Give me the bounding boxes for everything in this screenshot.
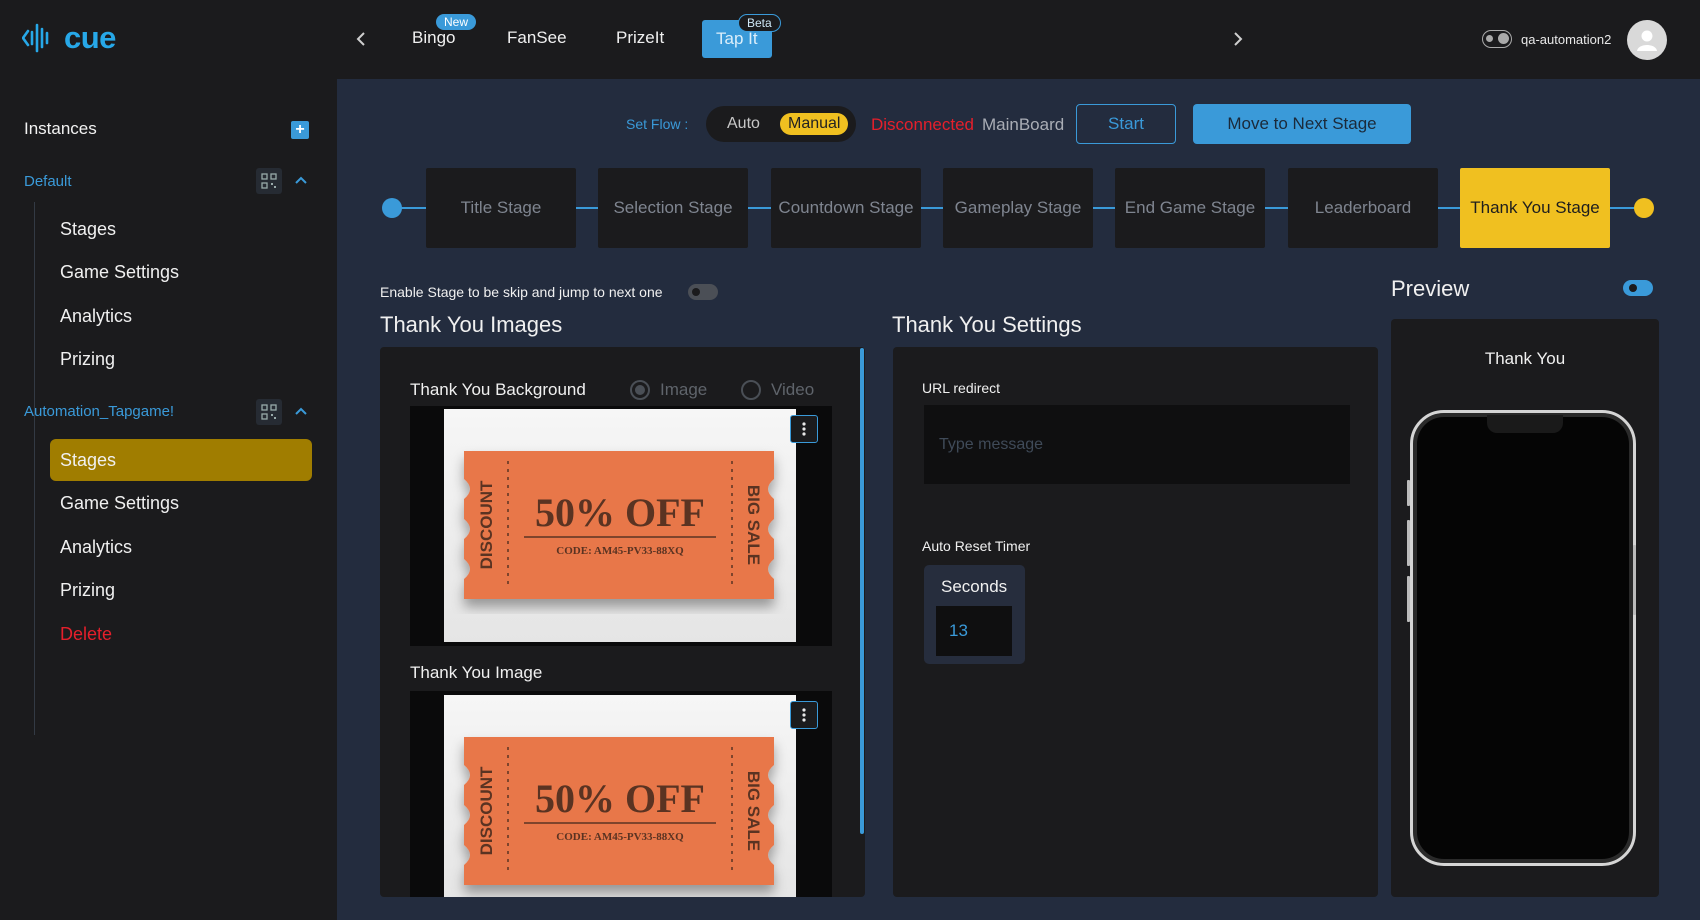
chevron-right-icon [1234, 32, 1243, 46]
timeline-end-dot [1634, 198, 1654, 218]
ticket-right-text: BIG SALE [744, 771, 763, 851]
more-vertical-icon [802, 422, 806, 436]
sidebar-item-analytics[interactable]: Analytics [50, 526, 312, 568]
chevron-up-icon [295, 176, 307, 184]
tab-bingo[interactable]: Bingo [412, 28, 455, 48]
radio-video[interactable]: Video [741, 380, 814, 400]
ticket-left-text: DISCOUNT [477, 766, 496, 855]
qr-code-icon [261, 173, 277, 189]
group-automation-tapgame[interactable]: Automation_Tapgame! [24, 403, 174, 420]
stage-title[interactable]: Title Stage [426, 168, 576, 248]
background-label: Thank You Background [410, 380, 586, 399]
sidebar-item-stages[interactable]: Stages [50, 439, 312, 481]
move-next-stage-button[interactable]: Move to Next Stage [1193, 104, 1411, 144]
logo-text: cue [64, 20, 116, 55]
more-vertical-icon [802, 708, 806, 722]
background-image: DISCOUNT BIG SALE 50% OFF CODE: AM45-PV3… [444, 409, 796, 642]
ticket-right-text: BIG SALE [744, 485, 763, 565]
nav-prev-button[interactable] [350, 28, 372, 50]
connection-status: Disconnected [871, 115, 975, 134]
url-redirect-label: URL redirect [922, 380, 1001, 396]
settings-section-title: Thank You Settings [892, 312, 1082, 337]
url-redirect-input[interactable] [924, 405, 1350, 484]
ticket-main-text: 50% OFF [535, 490, 705, 535]
instances-title: Instances [24, 119, 97, 138]
ticket-left-text: DISCOUNT [477, 480, 496, 569]
image-more-button[interactable] [790, 701, 818, 729]
timer-box: Seconds [924, 565, 1025, 664]
sidebar-item-stages[interactable]: Stages [50, 208, 312, 250]
auto-reset-timer-label: Auto Reset Timer [922, 538, 1031, 554]
qr-code-icon [261, 404, 277, 420]
radio-image-label: Image [660, 380, 708, 399]
background-image-frame[interactable]: DISCOUNT BIG SALE 50% OFF CODE: AM45-PV3… [410, 406, 832, 646]
chevron-up-icon [295, 407, 307, 415]
images-section-title: Thank You Images [380, 312, 563, 337]
timeline-start-dot [382, 198, 402, 218]
group-default[interactable]: Default [24, 173, 72, 190]
thank-you-image: DISCOUNT BIG SALE 50% OFF CODE: AM45-PV3… [444, 695, 796, 897]
beta-badge: Beta [738, 14, 781, 32]
ticket-main-text: 50% OFF [535, 776, 705, 821]
seconds-input[interactable] [936, 606, 1012, 656]
thank-you-image-frame[interactable]: DISCOUNT BIG SALE 50% OFF CODE: AM45-PV3… [410, 691, 832, 897]
skip-stage-toggle[interactable] [688, 284, 718, 300]
theme-toggle[interactable] [1482, 30, 1512, 48]
stage-gameplay[interactable]: Gameplay Stage [943, 168, 1093, 248]
phone-mockup [1410, 410, 1636, 866]
sidebar-item-prizing[interactable]: Prizing [50, 569, 312, 611]
ticket-image: DISCOUNT BIG SALE 50% OFF CODE: AM45-PV3… [464, 737, 774, 885]
collapse-group-button[interactable] [292, 171, 310, 189]
stage-thank-you[interactable]: Thank You Stage [1460, 168, 1610, 248]
add-instance-button[interactable]: + [291, 121, 309, 139]
thank-you-image-label: Thank You Image [410, 663, 543, 682]
sidebar: Instances + Default Stages Game Settings… [0, 79, 337, 920]
sidebar-item-game-settings[interactable]: Game Settings [50, 251, 312, 293]
qr-code-button[interactable] [256, 168, 282, 194]
ticket-code-text: CODE: AM45-PV33-88XQ [556, 831, 684, 843]
collapse-group-button[interactable] [292, 402, 310, 420]
moon-icon [1498, 33, 1509, 44]
flow-option-auto[interactable]: Auto [719, 113, 768, 135]
user-icon [1637, 30, 1657, 51]
qr-code-button[interactable] [256, 399, 282, 425]
ticket-code-text: CODE: AM45-PV33-88XQ [556, 545, 684, 557]
sidebar-item-game-settings[interactable]: Game Settings [50, 482, 312, 524]
set-flow-label: Set Flow : [626, 116, 689, 132]
stage-end-game[interactable]: End Game Stage [1115, 168, 1265, 248]
chevron-left-icon [356, 32, 365, 46]
stage-countdown[interactable]: Countdown Stage [771, 168, 921, 248]
flow-mode-switch[interactable]: Auto Manual [706, 106, 856, 142]
nav-next-button[interactable] [1227, 28, 1249, 50]
sidebar-item-delete[interactable]: Delete [50, 613, 312, 655]
avatar[interactable] [1627, 20, 1667, 60]
start-button[interactable]: Start [1076, 104, 1176, 144]
flow-option-manual[interactable]: Manual [780, 113, 849, 135]
tab-fansee[interactable]: FanSee [507, 28, 567, 48]
tab-prizeit[interactable]: PrizeIt [616, 28, 664, 48]
seconds-label: Seconds [941, 577, 1008, 596]
stage-leaderboard[interactable]: Leaderboard [1288, 168, 1438, 248]
sidebar-item-prizing[interactable]: Prizing [50, 338, 312, 380]
stage-selection[interactable]: Selection Stage [598, 168, 748, 248]
sidebar-item-analytics[interactable]: Analytics [50, 295, 312, 337]
board-name: MainBoard [982, 115, 1065, 134]
preview-toggle[interactable] [1623, 280, 1653, 296]
username: qa-automation2 [1521, 32, 1612, 47]
top-bar: cue New Bingo FanSee PrizeIt Tap It Beta… [0, 0, 1700, 79]
plus-icon: + [295, 121, 305, 138]
images-scrollbar[interactable] [860, 348, 864, 834]
phone-notch [1487, 415, 1563, 433]
skip-stage-label: Enable Stage to be skip and jump to next… [380, 284, 663, 300]
radio-image[interactable]: Image [630, 380, 707, 400]
radio-video-label: Video [771, 380, 815, 399]
background-more-button[interactable] [790, 415, 818, 443]
logo[interactable]: cue [22, 20, 116, 56]
ticket-image: DISCOUNT BIG SALE 50% OFF CODE: AM45-PV3… [464, 451, 774, 599]
preview-text: Thank You [1484, 349, 1566, 368]
preview-title: Preview [1391, 276, 1470, 301]
soundwave-logo-icon [22, 23, 49, 53]
